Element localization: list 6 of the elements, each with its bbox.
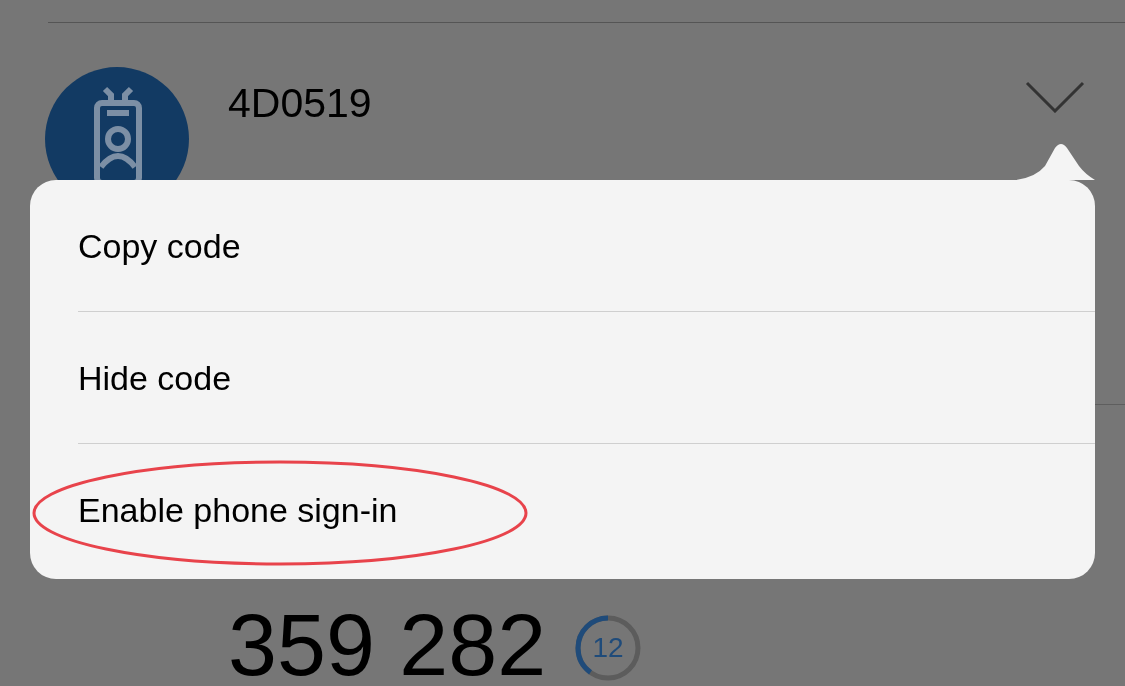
account-name: 4D0519 [228,79,373,127]
countdown-seconds: 12 [591,633,625,663]
chevron-down-icon[interactable] [1025,81,1085,113]
verification-code: 359 282 [228,605,547,685]
menu-item[interactable]: Copy code [30,225,241,266]
menu-item[interactable]: Hide code [30,357,232,398]
